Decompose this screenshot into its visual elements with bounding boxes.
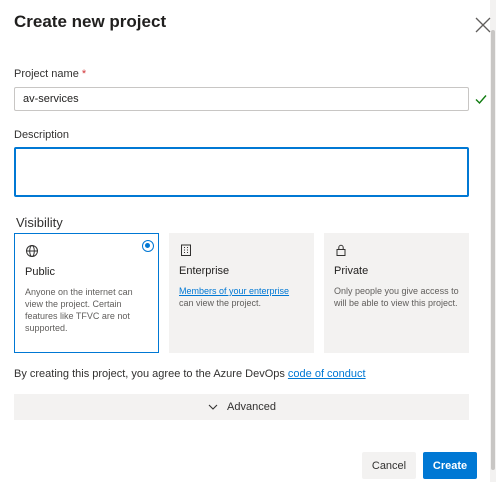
checkmark-icon [475, 95, 487, 105]
visibility-label: Visibility [16, 215, 63, 230]
create-project-dialog: Create new project Project name* Descrip… [0, 0, 496, 482]
public-description: Anyone on the internet can view the proj… [25, 287, 133, 333]
scrollbar-track[interactable] [490, 0, 496, 482]
dialog-title: Create new project [14, 12, 167, 31]
close-icon [475, 17, 491, 33]
project-name-label: Project name * [14, 68, 87, 80]
enterprise-description: Members of your enterprise can view the … [179, 286, 290, 308]
advanced-toggle[interactable]: Advanced [14, 394, 469, 420]
scrollbar-thumb[interactable] [491, 30, 495, 470]
create-button[interactable]: Create [423, 452, 477, 479]
close-button[interactable] [472, 14, 494, 36]
required-marker: * [81, 68, 87, 80]
description-label: Description [14, 129, 70, 141]
project-name-input[interactable] [14, 87, 469, 111]
private-title: Private [334, 265, 369, 277]
lock-icon [336, 244, 346, 256]
public-title: Public [25, 266, 55, 278]
description-field[interactable] [14, 147, 469, 197]
advanced-label: Advanced [227, 401, 276, 413]
cancel-button[interactable]: Cancel [362, 452, 416, 479]
visibility-option-enterprise[interactable]: Enterprise Members of your enterprise ca… [169, 233, 314, 353]
globe-icon [26, 245, 38, 257]
enterprise-title: Enterprise [179, 265, 230, 277]
public-radio[interactable] [142, 240, 154, 252]
code-of-conduct-link[interactable]: code of conduct [288, 368, 366, 380]
agreement-text: By creating this project, you agree to t… [14, 368, 366, 380]
chevron-down-icon [208, 404, 218, 410]
visibility-option-private[interactable]: Private Only people you give access to w… [324, 233, 469, 353]
visibility-option-public[interactable]: Public Anyone on the internet can view t… [14, 233, 159, 353]
building-icon [181, 244, 191, 256]
private-description: Only people you give access to will be a… [334, 286, 459, 308]
enterprise-members-link[interactable]: Members of your enterprise [179, 286, 289, 296]
